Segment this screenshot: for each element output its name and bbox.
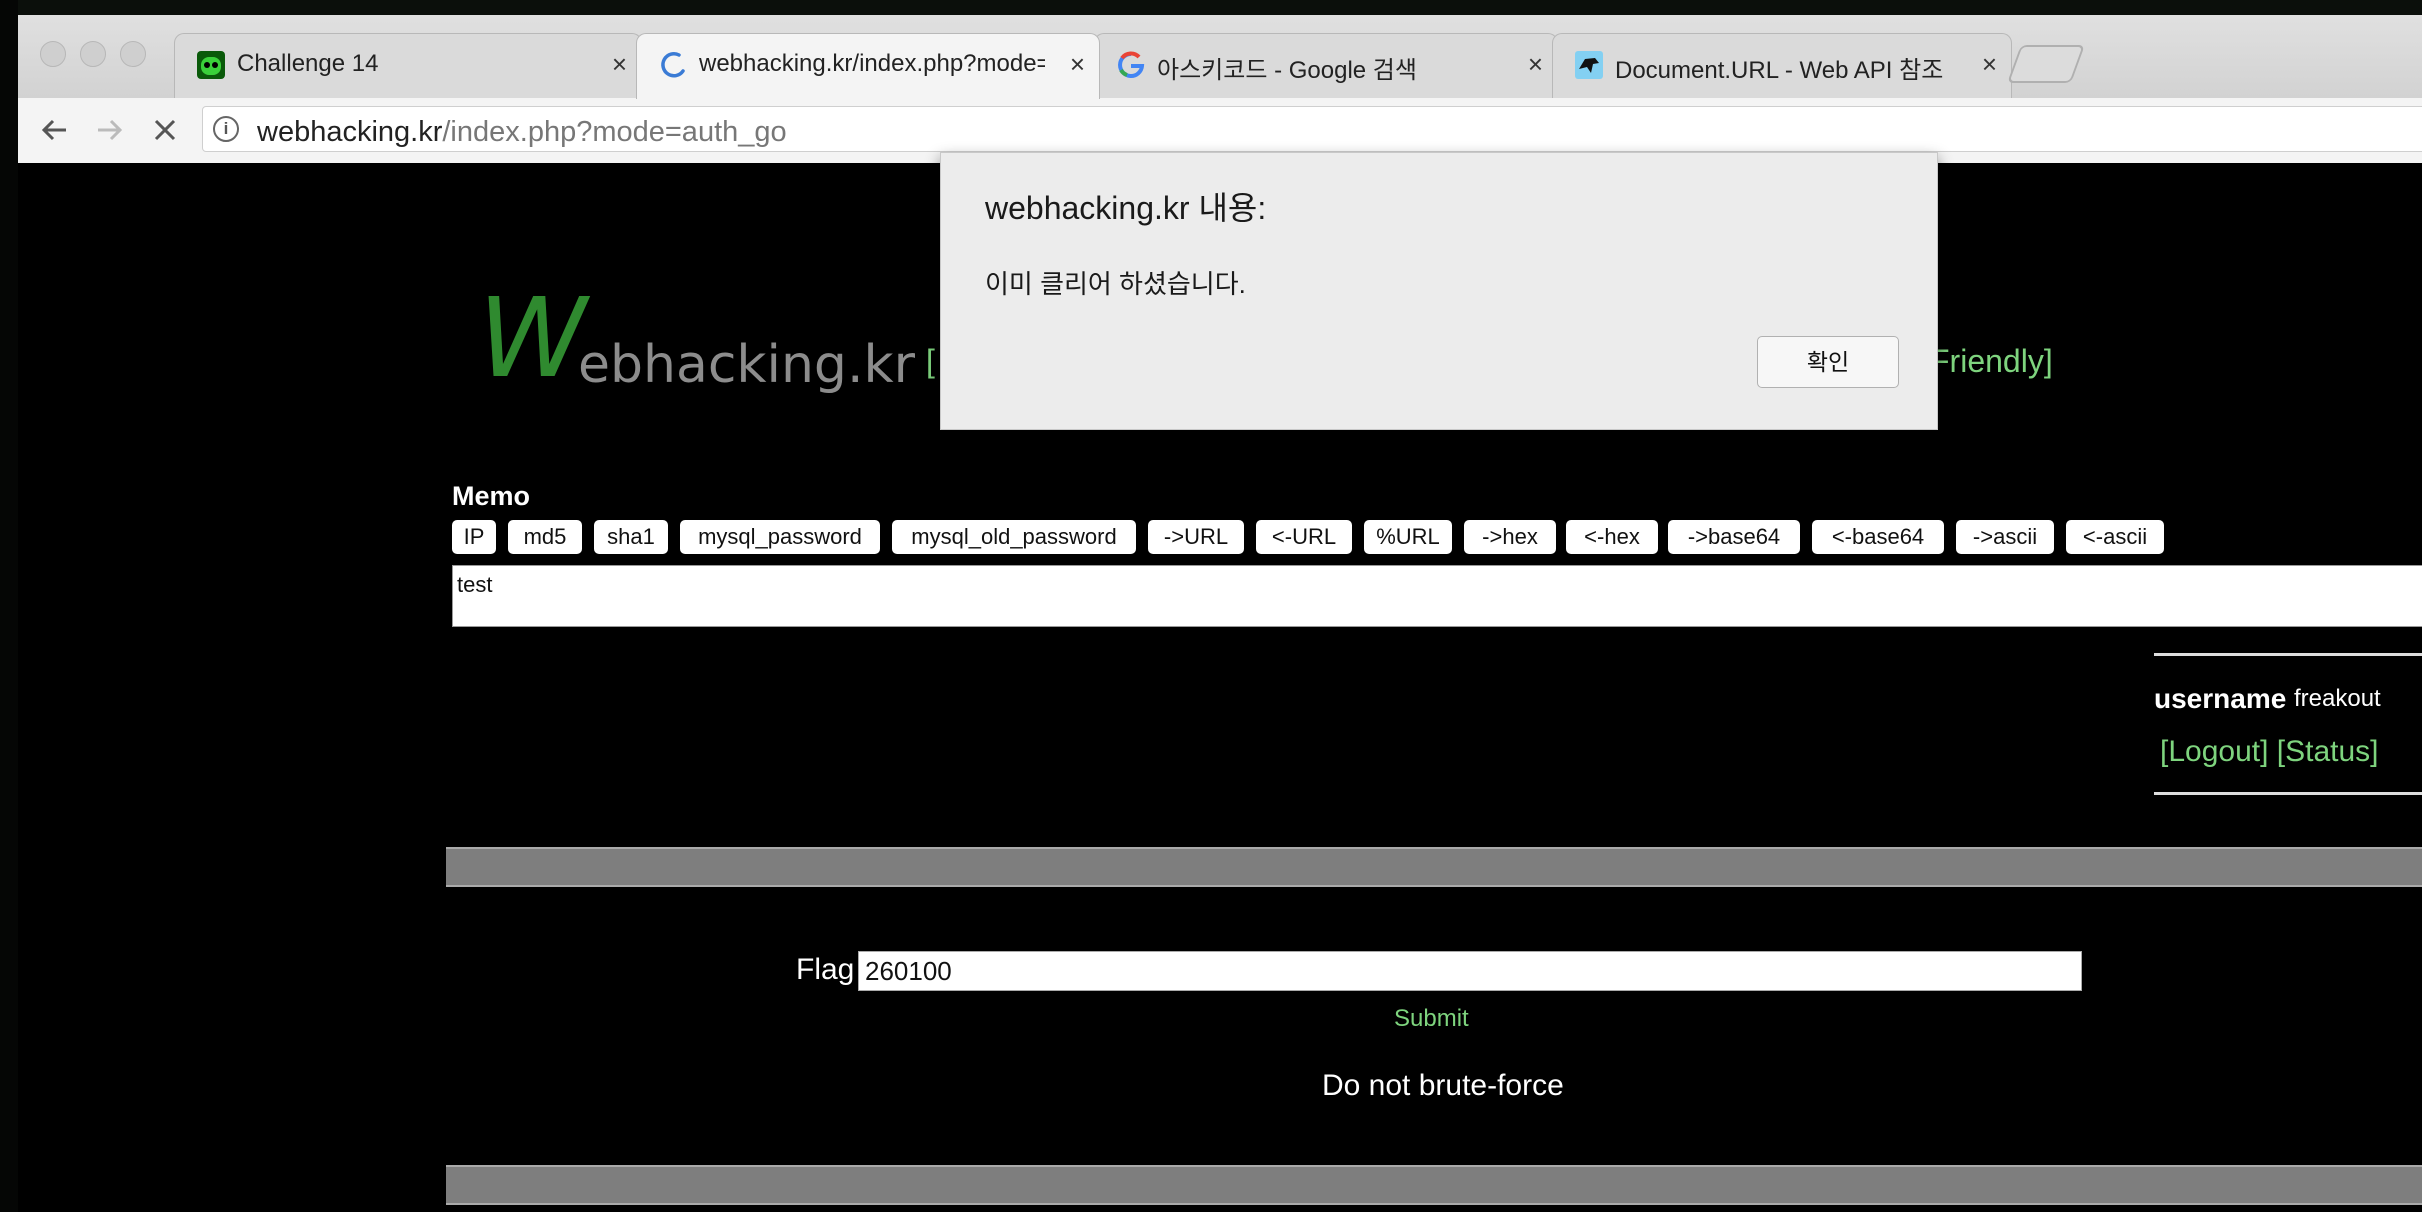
window-close-dot[interactable] — [40, 41, 66, 67]
submit-button[interactable]: Submit — [1394, 1005, 1469, 1033]
tab-title: Challenge 14 — [237, 50, 379, 77]
new-tab-button[interactable] — [2007, 45, 2085, 83]
section-divider-bar — [446, 847, 2422, 887]
brute-force-notice: Do not brute-force — [1322, 1069, 1564, 1102]
memo-button-mysql-old-password[interactable]: mysql_old_password — [892, 520, 1136, 554]
dialog-title: webhacking.kr 내용: — [985, 190, 1267, 226]
window-minimize-dot[interactable] — [80, 41, 106, 67]
flag-input[interactable]: 260100 — [858, 951, 2082, 991]
tab-google-search[interactable]: 아스키코드 - Google 검색 × — [1094, 33, 1558, 98]
close-icon[interactable]: × — [1982, 48, 1997, 80]
address-path: /index.php?mode=auth_go — [442, 116, 787, 148]
flag-label: Flag — [796, 953, 855, 986]
close-icon[interactable]: × — [1070, 48, 1085, 80]
window-zoom-dot[interactable] — [120, 41, 146, 67]
close-icon[interactable]: × — [1528, 48, 1543, 80]
memo-button-from-hex[interactable]: <-hex — [1566, 520, 1658, 554]
dialog-message: 이미 클리어 하셨습니다. — [985, 269, 1246, 299]
memo-label: Memo — [452, 481, 531, 511]
address-text: webhacking.kr/index.php?mode=auth_go — [257, 116, 787, 149]
memo-button-from-ascii[interactable]: <-ascii — [2066, 520, 2164, 554]
tab-title: Document.URL - Web API 참조 — [1615, 57, 1944, 84]
mdn-dino-icon — [1575, 51, 1603, 79]
memo-button-from-url[interactable]: <-URL — [1256, 520, 1352, 554]
close-icon[interactable]: × — [612, 48, 627, 80]
site-info-icon[interactable]: i — [213, 116, 239, 142]
memo-button-to-url[interactable]: ->URL — [1148, 520, 1244, 554]
alert-dialog: webhacking.kr 내용: 이미 클리어 하셨습니다. 확인 — [940, 152, 1938, 430]
username-label: username — [2154, 683, 2287, 714]
memo-button-to-ascii[interactable]: ->ascii — [1956, 520, 2054, 554]
tab-challenge-14[interactable]: Challenge 14 × — [174, 33, 642, 98]
browser-window: Challenge 14 × webhacking.kr/index.php?m… — [18, 15, 2422, 164]
tab-title: 아스키코드 - Google 검색 — [1157, 57, 1417, 84]
dialog-ok-button[interactable]: 확인 — [1757, 336, 1899, 388]
userbox-divider — [2154, 653, 2422, 656]
username-value: freakout — [2294, 685, 2381, 712]
memo-button-mysql-password[interactable]: mysql_password — [680, 520, 880, 554]
logo-initial: W — [478, 274, 587, 402]
robot-favicon-icon — [197, 51, 225, 79]
logo-text: ebhacking.kr — [578, 335, 915, 395]
user-links: [Logout] [Status] — [2160, 735, 2379, 769]
memo-button-to-base64[interactable]: ->base64 — [1668, 520, 1800, 554]
status-link[interactable]: [Status] — [2277, 735, 2379, 768]
desktop-edge — [0, 0, 18, 1212]
tab-webhacking-auth[interactable]: webhacking.kr/index.php?mode=auth_go × — [636, 33, 1100, 99]
loading-spinner-icon — [661, 52, 685, 78]
address-host: webhacking.kr — [257, 116, 443, 148]
forward-arrow-icon[interactable] — [90, 111, 128, 149]
stop-loading-icon[interactable] — [146, 111, 184, 149]
back-arrow-icon[interactable] — [36, 111, 74, 149]
menu-link-left[interactable]: [ — [926, 343, 935, 380]
memo-button-sha1[interactable]: sha1 — [594, 520, 668, 554]
tab-title: webhacking.kr/index.php?mode=auth_go — [699, 50, 1045, 77]
tab-strip: Challenge 14 × webhacking.kr/index.php?m… — [18, 15, 2422, 99]
memo-button-from-base64[interactable]: <-base64 — [1812, 520, 1944, 554]
memo-button-percent-url[interactable]: %URL — [1364, 520, 1452, 554]
memo-textarea[interactable]: test — [452, 565, 2422, 627]
logout-link[interactable]: [Logout] — [2160, 735, 2268, 768]
address-bar[interactable]: i webhacking.kr/index.php?mode=auth_go — [202, 106, 2422, 152]
tab-mdn-document-url[interactable]: Document.URL - Web API 참조 × — [1552, 33, 2012, 98]
google-g-icon — [1118, 51, 1145, 78]
section-divider-bar — [446, 1165, 2422, 1205]
menu-link-friendly[interactable]: Friendly] — [1930, 343, 2053, 380]
memo-button-to-hex[interactable]: ->hex — [1464, 520, 1556, 554]
memo-button-ip[interactable]: IP — [452, 520, 496, 554]
userbox-divider — [2154, 792, 2422, 795]
memo-button-md5[interactable]: md5 — [508, 520, 582, 554]
